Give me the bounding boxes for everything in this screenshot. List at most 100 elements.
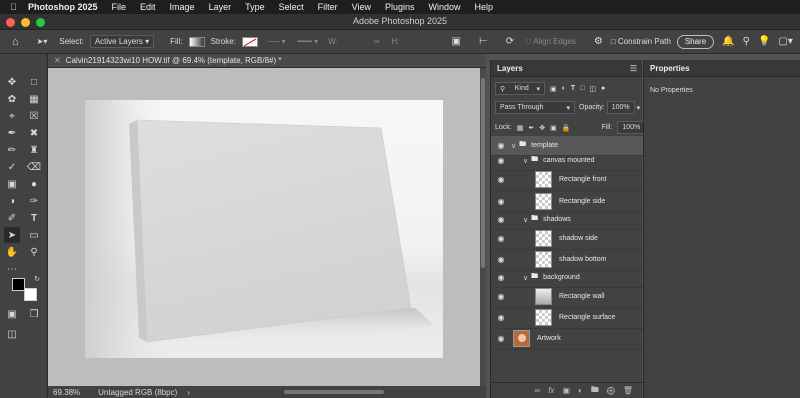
zoom-level[interactable]: 69.38% — [53, 388, 80, 397]
history-brush-tool-icon[interactable]: ✓ — [4, 159, 20, 175]
align-edges-checkbox[interactable]: □ Align Edges — [526, 37, 576, 46]
visibility-eye-icon[interactable]: ◉ — [496, 197, 506, 207]
share-button[interactable]: Share — [676, 34, 715, 49]
pixel-filter-icon[interactable]: ▣ — [550, 85, 557, 93]
screen-mode-icon[interactable]: ❒ — [26, 306, 42, 322]
stroke-type-dropdown[interactable]: ━━━ ▾ — [298, 37, 319, 46]
layer-row-artwork[interactable]: ◉ Artwork — [491, 328, 643, 350]
shape-filter-icon[interactable]: □ — [580, 85, 584, 92]
layers-panel-tab[interactable]: Layers ☰ — [491, 60, 642, 77]
properties-panel-tab[interactable]: Properties — [644, 60, 800, 77]
artboard[interactable] — [85, 100, 443, 358]
layer-row-canvas-mounted[interactable]: ◉ ∨ 🖿 canvas mounted — [491, 151, 643, 171]
dodge-tool-icon[interactable]: ◑ — [4, 193, 20, 209]
layer-row-shadows[interactable]: ◉ ∨ 🖿 shadows — [491, 210, 643, 230]
path-arrangement-icon[interactable]: ⟳ — [506, 36, 514, 47]
gear-icon[interactable]: ⚙ — [594, 36, 603, 47]
eraser-tool-icon[interactable]: ⌫ — [26, 159, 42, 175]
healing-brush-tool-icon[interactable]: ✖ — [26, 125, 42, 141]
app-menu[interactable]: Photoshop 2025 — [28, 2, 98, 12]
edit-toolbar-icon[interactable]: ◫ — [4, 326, 20, 342]
menu-edit[interactable]: Edit — [140, 2, 156, 12]
lasso-tool-icon[interactable]: ✿ — [4, 91, 20, 107]
pen-tool-icon[interactable]: ✑ — [26, 193, 42, 209]
pen-curvature-tool-icon[interactable]: ✐ — [4, 210, 20, 226]
add-mask-icon[interactable]: ▣ — [562, 386, 570, 395]
visibility-eye-icon[interactable]: ◉ — [496, 175, 506, 185]
group-chevron-icon[interactable]: ∨ — [523, 157, 528, 165]
close-document-icon[interactable]: ✕ — [54, 56, 61, 65]
group-chevron-icon[interactable]: ∨ — [523, 274, 528, 282]
link-layers-icon[interactable]: ∞ — [535, 386, 541, 395]
background-color-swatch[interactable] — [24, 288, 37, 301]
path-selection-tool-icon[interactable]: ➤ — [4, 227, 20, 243]
new-layer-icon[interactable]: ⨁ — [607, 386, 615, 395]
lock-position-icon[interactable]: ✥ — [539, 124, 545, 132]
more-tools-icon[interactable]: ⋯ — [4, 261, 20, 277]
menu-help[interactable]: Help — [475, 2, 494, 12]
filter-kind-dropdown[interactable]: ⚲ Kind ▾ — [495, 82, 545, 95]
layer-style-icon[interactable]: fx — [548, 386, 554, 395]
zoom-tool-icon[interactable]: ⚲ — [26, 244, 42, 260]
marquee-tool-icon[interactable]: □ — [26, 74, 42, 90]
group-chevron-icon[interactable]: ∨ — [511, 142, 516, 150]
menu-view[interactable]: View — [352, 2, 371, 12]
visibility-eye-icon[interactable]: ◉ — [496, 313, 506, 323]
hand-tool-icon[interactable]: ✋ — [4, 244, 20, 260]
filter-toggle-icon[interactable]: ● — [601, 85, 605, 92]
visibility-eye-icon[interactable]: ◉ — [496, 292, 506, 302]
path-selection-tool-icon[interactable]: ➤▾ — [37, 37, 48, 46]
move-tool-icon[interactable]: ✥ — [4, 74, 20, 90]
opacity-field[interactable]: 100% — [606, 101, 635, 114]
menu-type[interactable]: Type — [245, 2, 265, 12]
menu-layer[interactable]: Layer — [209, 2, 232, 12]
select-dropdown[interactable]: Active Layers ▾ — [89, 35, 155, 48]
chevron-right-icon[interactable]: › — [187, 388, 190, 397]
stroke-swatch[interactable] — [241, 36, 258, 47]
visibility-eye-icon[interactable]: ◉ — [496, 215, 506, 225]
type-tool-icon[interactable]: T — [26, 210, 42, 226]
adjustment-filter-icon[interactable]: ◐ — [562, 85, 566, 92]
new-group-icon[interactable]: 🖿 — [591, 384, 599, 398]
menu-filter[interactable]: Filter — [318, 2, 338, 12]
group-chevron-icon[interactable]: ∨ — [523, 216, 528, 224]
path-operations-icon[interactable]: ▣ — [452, 36, 461, 47]
horizontal-scroll-thumb[interactable] — [284, 390, 384, 394]
fill-swatch[interactable] — [188, 36, 205, 47]
lock-pixels-icon[interactable]: ✒ — [528, 124, 534, 132]
rectangle-tool-icon[interactable]: ▭ — [26, 227, 42, 243]
visibility-eye-icon[interactable]: ◉ — [496, 273, 506, 283]
canvas-area[interactable] — [48, 68, 480, 386]
search-icon[interactable]: ⚲ — [743, 36, 750, 47]
swap-colors-icon[interactable]: ↻ — [32, 274, 42, 284]
lock-all-icon[interactable]: 🔒 — [562, 124, 571, 132]
stroke-width-dropdown[interactable]: ── ▾ — [268, 37, 286, 46]
visibility-eye-icon[interactable]: ◉ — [496, 255, 506, 265]
lock-artboard-icon[interactable]: ▣ — [550, 124, 557, 132]
vertical-scroll-thumb[interactable] — [481, 78, 485, 268]
gradient-tool-icon[interactable]: ▣ — [4, 176, 20, 192]
vertical-scrollbar[interactable] — [480, 68, 486, 386]
visibility-eye-icon[interactable]: ◉ — [496, 156, 506, 166]
link-icon[interactable]: ∞ — [374, 37, 380, 46]
visibility-eye-icon[interactable]: ◉ — [496, 234, 506, 244]
clone-stamp-tool-icon[interactable]: ♜ — [26, 142, 42, 158]
layer-row-rectangle-front[interactable]: ◉ Rectangle front — [491, 169, 643, 191]
quick-mask-icon[interactable]: ▣ — [4, 306, 20, 322]
menu-select[interactable]: Select — [279, 2, 304, 12]
opacity-chevron-icon[interactable]: ▾ — [637, 104, 641, 112]
discover-icon[interactable]: 💡 — [758, 36, 770, 47]
menu-window[interactable]: Window — [429, 2, 461, 12]
type-filter-icon[interactable]: T — [571, 85, 575, 92]
apple-icon[interactable]:  — [10, 2, 22, 12]
blur-tool-icon[interactable]: ● — [26, 176, 42, 192]
crop-tool-icon[interactable]: ⌖ — [4, 108, 20, 124]
workspace-icon[interactable]: ▢▾ — [778, 36, 792, 47]
constrain-path-checkbox[interactable]: □ Constrain Path — [611, 37, 671, 46]
home-icon[interactable]: ⌂ — [12, 36, 19, 48]
delete-layer-icon[interactable]: 🗑 — [623, 386, 633, 395]
menu-plugins[interactable]: Plugins — [385, 2, 415, 12]
visibility-eye-icon[interactable]: ◉ — [496, 334, 506, 344]
menu-file[interactable]: File — [112, 2, 127, 12]
path-alignment-icon[interactable]: ⊢ — [479, 36, 488, 47]
